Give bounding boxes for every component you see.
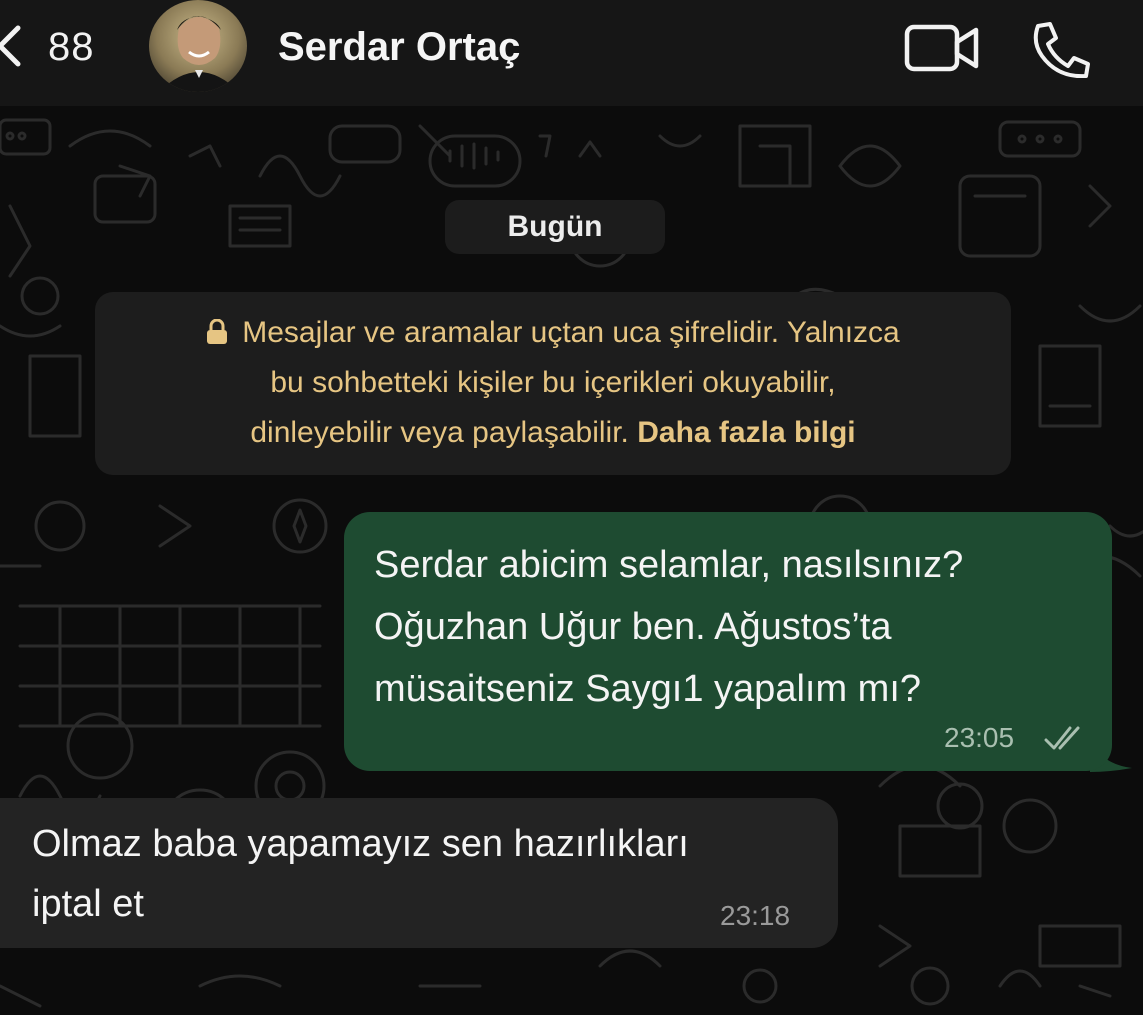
outgoing-message-text: Serdar abicim selamlar, nasılsınız? Oğuz… (374, 534, 963, 720)
outgoing-message[interactable]: Serdar abicim selamlar, nasılsınız? Oğuz… (344, 512, 1112, 771)
outgoing-line-3: müsaitseniz Saygı1 yapalım mı? (374, 668, 922, 710)
notice-line-1-text: Mesajlar ve aramalar uçtan uca şifrelidi… (242, 316, 900, 349)
chevron-left-icon[interactable] (0, 22, 42, 70)
outgoing-message-time: 23:05 (944, 722, 1015, 753)
outgoing-line-1: Serdar abicim selamlar, nasılsınız? (374, 544, 964, 586)
notice-line-1: Mesajlar ve aramalar uçtan uca şifrelidi… (95, 308, 1011, 358)
lock-icon (207, 319, 228, 344)
phone-icon[interactable] (1028, 20, 1094, 78)
chat-header: 88 Serdar Ortaç (0, 0, 1143, 106)
contact-name[interactable]: Serdar Ortaç (278, 24, 520, 70)
unread-count[interactable]: 88 (48, 24, 95, 70)
notice-line-3-text: dinleyebilir veya paylaşabilir. (250, 416, 629, 449)
encryption-notice[interactable]: Mesajlar ve aramalar uçtan uca şifrelidi… (95, 292, 1011, 475)
notice-line-3: dinleyebilir veya paylaşabilir. Daha faz… (95, 408, 1011, 458)
double-check-icon (1044, 726, 1080, 750)
video-camera-icon[interactable] (902, 22, 982, 74)
incoming-line-1: Olmaz baba yapamayız sen hazırlıkları (32, 823, 689, 865)
incoming-message[interactable]: Olmaz baba yapamayız sen hazırlıkları ip… (0, 798, 838, 948)
date-separator: Bugün (445, 200, 665, 254)
outgoing-line-2: Oğuzhan Uğur ben. Ağustos’ta (374, 606, 892, 648)
encryption-notice-text: Mesajlar ve aramalar uçtan uca şifrelidi… (95, 308, 1011, 458)
incoming-message-text: Olmaz baba yapamayız sen hazırlıkları ip… (32, 814, 812, 934)
avatar[interactable] (149, 0, 247, 92)
incoming-line-2: iptal et (32, 883, 144, 925)
learn-more-link[interactable]: Daha fazla bilgi (637, 416, 855, 449)
notice-line-2: bu sohbetteki kişiler bu içerikleri okuy… (270, 366, 836, 399)
incoming-message-time: 23:18 (720, 900, 791, 931)
chat-screen: 88 Serdar Ortaç Bugün Mesajlar ve aramal… (0, 0, 1143, 1015)
